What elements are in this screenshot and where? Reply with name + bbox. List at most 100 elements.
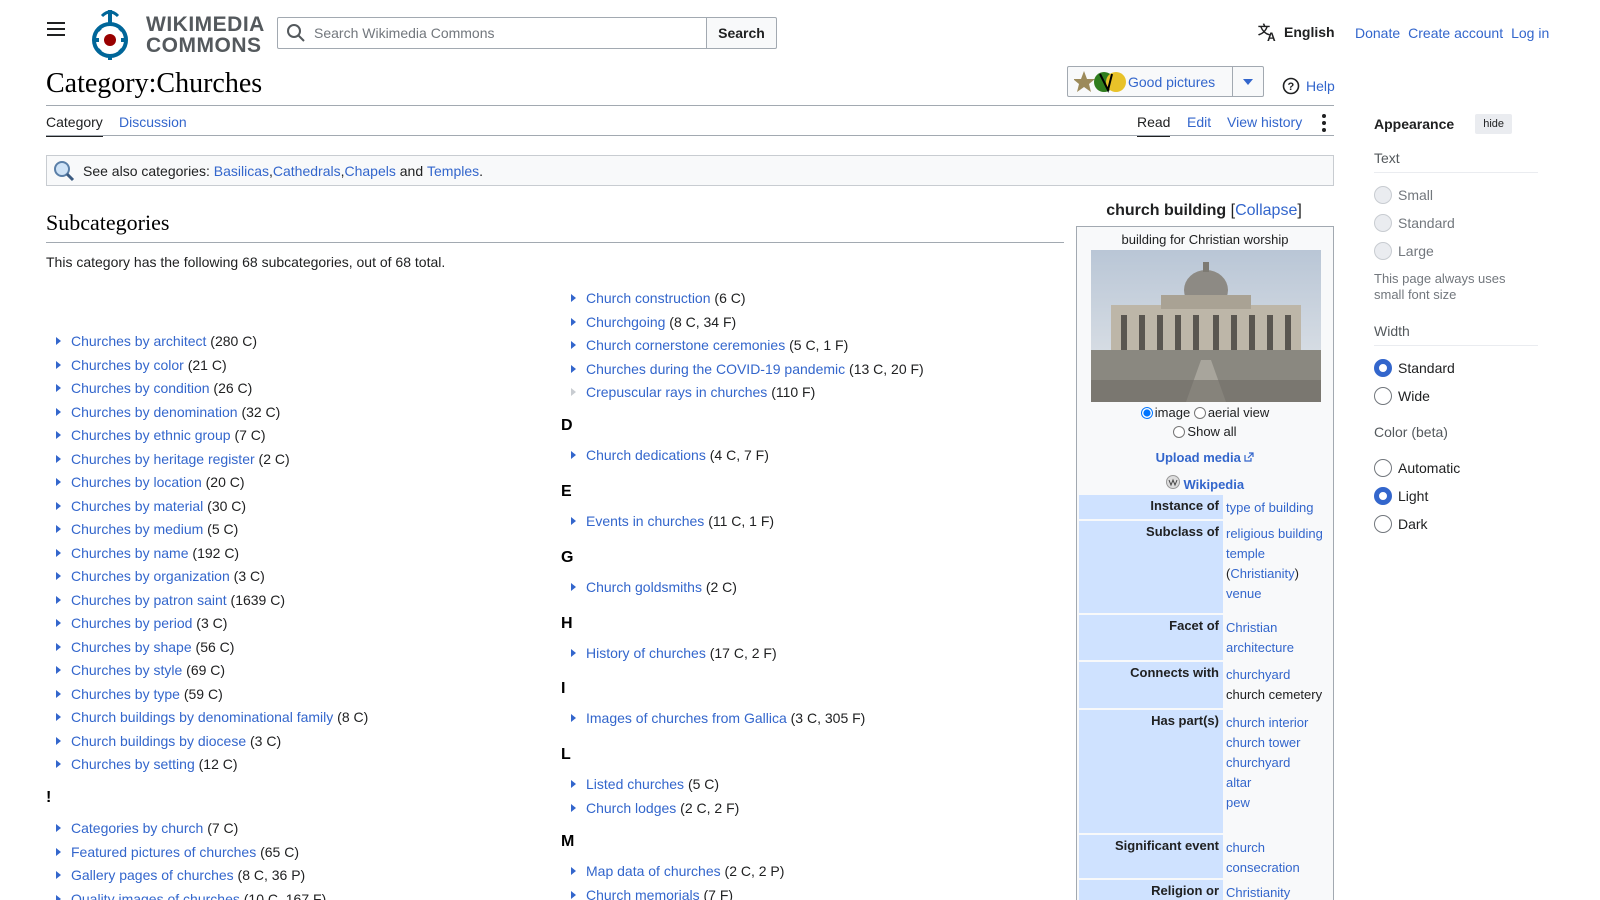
subcategory-link[interactable]: Churches by style xyxy=(71,662,182,678)
expand-triangle-icon[interactable] xyxy=(56,384,61,392)
subcategory-link[interactable]: Churches by denomination xyxy=(71,404,238,420)
infobox-property-value[interactable]: architecture xyxy=(1226,638,1331,658)
see-also-link-cathedrals[interactable]: Cathedrals xyxy=(273,163,341,179)
tab-edit[interactable]: Edit xyxy=(1187,114,1211,135)
see-also-link-chapels[interactable]: Chapels xyxy=(344,163,395,179)
subcategory-link[interactable]: Church lodges xyxy=(586,800,676,816)
subcategory-link[interactable]: Churches by condition xyxy=(71,380,210,396)
subcategory-link[interactable]: Churches by organization xyxy=(71,568,230,584)
expand-triangle-icon[interactable] xyxy=(56,337,61,345)
tab-read[interactable]: Read xyxy=(1137,114,1171,137)
subcategory-link[interactable]: Churches by period xyxy=(71,615,192,631)
subcategory-link[interactable]: Events in churches xyxy=(586,513,704,529)
site-logo[interactable]: WIKIMEDIA COMMONS xyxy=(90,8,264,60)
subcategory-link[interactable]: Churches by shape xyxy=(71,639,192,655)
infobox-property-value[interactable]: churchyard xyxy=(1226,665,1331,685)
infobox-property-value[interactable]: churchyard xyxy=(1226,753,1331,773)
subcategory-link[interactable]: History of churches xyxy=(586,645,706,661)
color-dark-option[interactable]: Dark xyxy=(1374,510,1538,538)
subcategory-link[interactable]: Church cornerstone ceremonies xyxy=(586,337,785,353)
expand-triangle-icon[interactable] xyxy=(571,341,576,349)
subcategory-link[interactable]: Church dedications xyxy=(586,447,706,463)
infobox-property-value[interactable]: pew xyxy=(1226,793,1331,813)
color-light-option[interactable]: Light xyxy=(1374,482,1538,510)
subcategory-link[interactable]: Map data of churches xyxy=(586,863,721,879)
expand-triangle-icon[interactable] xyxy=(56,525,61,533)
infobox-property-value[interactable]: Christianity xyxy=(1226,883,1331,900)
expand-triangle-icon[interactable] xyxy=(571,294,576,302)
subcategory-link[interactable]: Churches during the COVID-19 pandemic xyxy=(586,361,845,377)
subcategory-link[interactable]: Crepuscular rays in churches xyxy=(586,384,767,400)
subcategory-link[interactable]: Gallery pages of churches xyxy=(71,867,234,883)
see-also-link-basilicas[interactable]: Basilicas xyxy=(214,163,269,179)
expand-triangle-icon[interactable] xyxy=(56,478,61,486)
expand-triangle-icon[interactable] xyxy=(56,689,61,698)
good-pictures-dropdown[interactable] xyxy=(1233,78,1263,85)
more-actions-icon[interactable] xyxy=(1322,114,1328,135)
expand-triangle-icon[interactable] xyxy=(56,824,61,832)
search-field[interactable] xyxy=(277,17,707,49)
expand-triangle-icon[interactable] xyxy=(56,736,61,745)
subcategory-link[interactable]: Churches by material xyxy=(71,498,203,514)
infobox-property-value[interactable]: venue xyxy=(1226,584,1331,604)
radio-image[interactable] xyxy=(1140,407,1153,419)
infobox-property-value[interactable]: religious building xyxy=(1226,524,1331,544)
infobox-property-value[interactable]: (Christianity) xyxy=(1226,564,1331,584)
expand-triangle-icon[interactable] xyxy=(56,548,61,557)
wikipedia-link[interactable]: Wikipedia xyxy=(1077,475,1333,492)
expand-triangle-icon[interactable] xyxy=(56,454,61,463)
upload-media-link[interactable]: Upload media xyxy=(1077,450,1333,465)
tab-discussion[interactable]: Discussion xyxy=(119,114,187,135)
expand-triangle-icon[interactable] xyxy=(56,642,61,651)
color-automatic-radio[interactable] xyxy=(1374,459,1392,477)
donate-link[interactable]: Donate xyxy=(1355,25,1400,41)
expand-triangle-icon[interactable] xyxy=(56,595,61,604)
good-pictures-main[interactable]: Good pictures xyxy=(1068,67,1233,96)
church-building-image[interactable] xyxy=(1091,250,1321,402)
subcategory-link[interactable]: Churches by patron saint xyxy=(71,592,227,608)
see-also-link-temples[interactable]: Temples xyxy=(427,163,479,179)
expand-triangle-icon[interactable] xyxy=(56,360,61,369)
main-menu-button[interactable] xyxy=(42,18,70,46)
expand-triangle-icon[interactable] xyxy=(56,431,61,439)
subcategory-link[interactable]: Churches by setting xyxy=(71,756,195,772)
subcategory-link[interactable]: Categories by church xyxy=(71,820,203,836)
subcategory-link[interactable]: Churches by architect xyxy=(71,333,206,349)
search-input[interactable] xyxy=(314,25,694,41)
expand-triangle-icon[interactable] xyxy=(56,666,61,674)
expand-triangle-icon[interactable] xyxy=(571,388,576,396)
subcategory-link[interactable]: Church memorials xyxy=(586,887,700,900)
expand-triangle-icon[interactable] xyxy=(571,649,576,657)
expand-triangle-icon[interactable] xyxy=(56,847,61,856)
expand-triangle-icon[interactable] xyxy=(56,501,61,510)
infobox-property-value[interactable]: altar xyxy=(1226,773,1331,793)
width-standard-option[interactable]: Standard xyxy=(1374,354,1538,382)
help-link[interactable]: ? Help xyxy=(1282,77,1335,95)
subcategory-link[interactable]: Church buildings by diocese xyxy=(71,733,246,749)
create-account-link[interactable]: Create account xyxy=(1408,25,1503,41)
expand-triangle-icon[interactable] xyxy=(56,619,61,627)
expand-triangle-icon[interactable] xyxy=(571,867,576,875)
expand-triangle-icon[interactable] xyxy=(56,713,61,721)
expand-triangle-icon[interactable] xyxy=(56,871,61,879)
subcategory-link[interactable]: Churches by heritage register xyxy=(71,451,255,467)
expand-triangle-icon[interactable] xyxy=(571,517,576,525)
subcategory-link[interactable]: Featured pictures of churches xyxy=(71,844,256,860)
radio-aerial-view[interactable] xyxy=(1193,407,1206,419)
expand-triangle-icon[interactable] xyxy=(571,451,576,459)
search-button[interactable]: Search xyxy=(706,17,777,49)
infobox-property-value[interactable]: temple xyxy=(1226,544,1331,564)
good-pictures-button[interactable]: Good pictures xyxy=(1067,66,1264,97)
expand-triangle-icon[interactable] xyxy=(571,317,576,326)
subcategory-link[interactable]: Listed churches xyxy=(586,776,684,792)
language-button[interactable]: 文 A English xyxy=(1258,22,1335,42)
color-automatic-option[interactable]: Automatic xyxy=(1374,454,1538,482)
subcategory-link[interactable]: Churches by ethnic group xyxy=(71,427,231,443)
appearance-hide-button[interactable]: hide xyxy=(1475,114,1512,134)
expand-triangle-icon[interactable] xyxy=(571,714,576,722)
subcategory-link[interactable]: Churches by type xyxy=(71,686,180,702)
infobox-property-value[interactable]: type of building xyxy=(1226,498,1331,518)
collapse-link[interactable]: Collapse xyxy=(1235,202,1297,219)
subcategory-link[interactable]: Church goldsmiths xyxy=(586,579,702,595)
expand-triangle-icon[interactable] xyxy=(571,803,576,812)
